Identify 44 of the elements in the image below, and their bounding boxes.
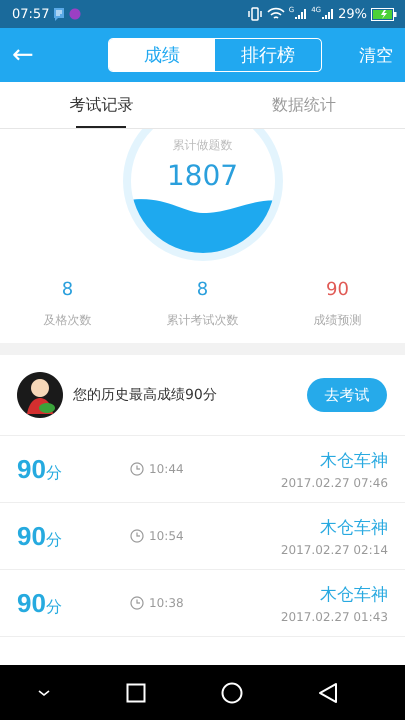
signal-icon — [322, 8, 334, 20]
signal-icon — [295, 8, 308, 20]
segment-tab[interactable]: 排行榜 — [215, 39, 321, 71]
user-name: 木仓车神 — [320, 584, 388, 606]
user-name: 木仓车神 — [320, 516, 388, 538]
clock-icon — [130, 529, 144, 543]
stat-label: 成绩预测 — [314, 312, 362, 329]
avatar — [17, 372, 63, 418]
stat-label: 累计考试次数 — [166, 312, 238, 329]
duration-text: 10:38 — [149, 596, 184, 610]
recents-button[interactable] — [126, 682, 146, 702]
record-date: 2017.02.27 01:43 — [280, 610, 388, 624]
back-button[interactable]: ← — [12, 40, 52, 70]
gauge-label: 累计做题数 — [172, 137, 234, 154]
score-text: 90分 — [17, 520, 63, 552]
score-text: 90分 — [17, 588, 63, 618]
battery-percent: 29% — [338, 6, 367, 22]
app-icon — [69, 8, 82, 20]
stat-value: 90 — [326, 279, 349, 300]
home-button[interactable] — [220, 682, 243, 704]
score-text: 90分 — [17, 454, 63, 484]
wifi-icon — [266, 7, 285, 21]
vibrate-icon — [246, 7, 263, 21]
message-icon — [53, 7, 66, 21]
clear-button[interactable]: 清空 — [359, 44, 393, 66]
battery-icon — [371, 8, 397, 20]
duration-text: 10:44 — [149, 462, 184, 476]
gauge-value: 1807 — [166, 159, 240, 192]
record-date: 2017.02.27 07:46 — [280, 476, 388, 490]
user-name: 木仓车神 — [320, 450, 388, 472]
stat-value: 8 — [62, 279, 74, 300]
clock-icon — [130, 462, 144, 476]
tab[interactable]: 数据统计 — [202, 82, 405, 128]
status-time: 07:57 — [12, 6, 50, 22]
best-score-text: 您的历史最高成绩90分 — [73, 386, 217, 404]
take-exam-button[interactable]: 去考试 — [307, 378, 387, 412]
stat-value: 8 — [196, 279, 208, 300]
back-nav-button[interactable] — [318, 682, 338, 704]
stat-label: 及格次数 — [44, 312, 92, 329]
chevron-down-icon[interactable] — [37, 688, 52, 698]
duration-text: 10:54 — [149, 529, 184, 543]
record-date: 2017.02.27 02:14 — [280, 542, 388, 556]
clock-icon — [130, 596, 144, 610]
segment-tab[interactable]: 成绩 — [109, 39, 215, 71]
